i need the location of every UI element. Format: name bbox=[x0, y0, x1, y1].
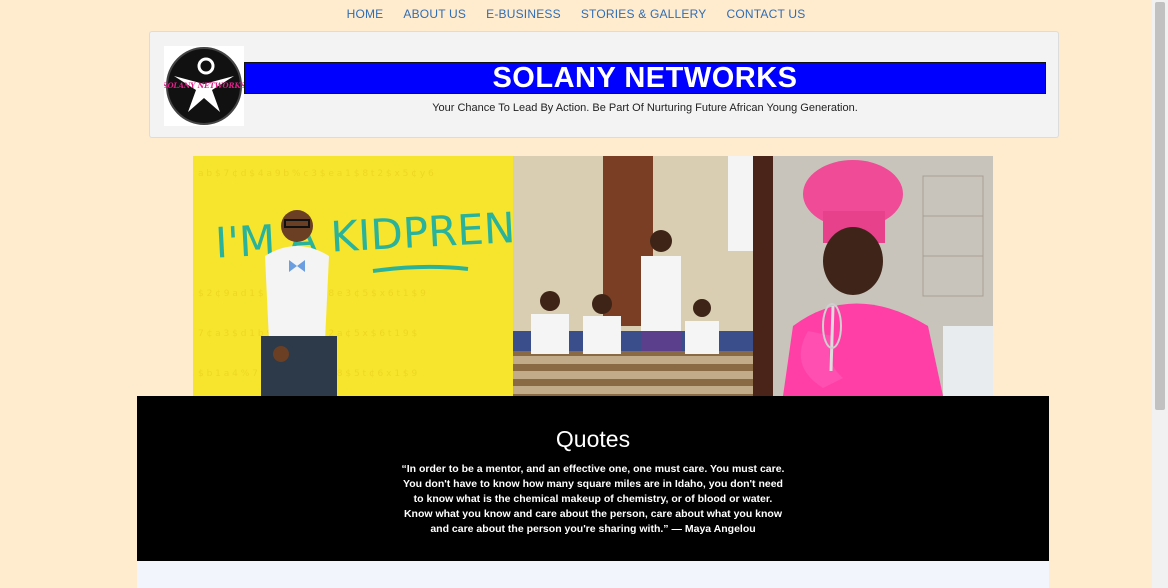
scrollbar-thumb[interactable] bbox=[1155, 2, 1165, 410]
svg-text:a b $ 7 ¢ d $ 4 a 9 b % c 3 $: a b $ 7 ¢ d $ 4 a 9 b % c 3 $ e a 1 $ 8 … bbox=[198, 169, 434, 179]
image-banner: a b $ 7 ¢ d $ 4 a 9 b % c 3 $ e a 1 $ 8 … bbox=[193, 156, 993, 396]
nav-stories-gallery[interactable]: STORIES & GALLERY bbox=[581, 7, 707, 21]
quotes-section: Quotes “In order to be a mentor, and an … bbox=[137, 396, 1049, 561]
site-logo[interactable]: SOLANY NETWORKS bbox=[162, 46, 246, 126]
nav-home[interactable]: HOME bbox=[347, 7, 384, 21]
content-below bbox=[137, 561, 1049, 588]
site-header: SOLANY NETWORKS SOLANY NETWORKS Your Cha… bbox=[149, 31, 1059, 138]
nav-e-business[interactable]: E-BUSINESS bbox=[486, 7, 561, 21]
vertical-scrollbar[interactable] bbox=[1152, 0, 1168, 588]
quotes-heading: Quotes bbox=[555, 426, 631, 452]
svg-text:SOLANY NETWORKS: SOLANY NETWORKS bbox=[164, 81, 244, 90]
top-nav: HOME ABOUT US E-BUSINESS STORIES & GALLE… bbox=[0, 0, 1152, 28]
kidpreneur-photo: a b $ 7 ¢ d $ 4 a 9 b % c 3 $ e a 1 $ 8 … bbox=[193, 156, 513, 396]
site-tagline: Your Chance To Lead By Action. Be Part O… bbox=[432, 102, 858, 114]
site-title-bar: SOLANY NETWORKS bbox=[244, 62, 1046, 94]
site-title: SOLANY NETWORKS bbox=[492, 61, 798, 94]
nav-contact-us[interactable]: CONTACT US bbox=[727, 7, 806, 21]
classroom-photo bbox=[513, 156, 753, 396]
chef-girl-photo bbox=[753, 156, 993, 396]
page: HOME ABOUT US E-BUSINESS STORIES & GALLE… bbox=[0, 0, 1168, 588]
nav-about-us[interactable]: ABOUT US bbox=[403, 7, 466, 21]
quote-text: “In order to be a mentor, and an effecti… bbox=[401, 463, 785, 535]
